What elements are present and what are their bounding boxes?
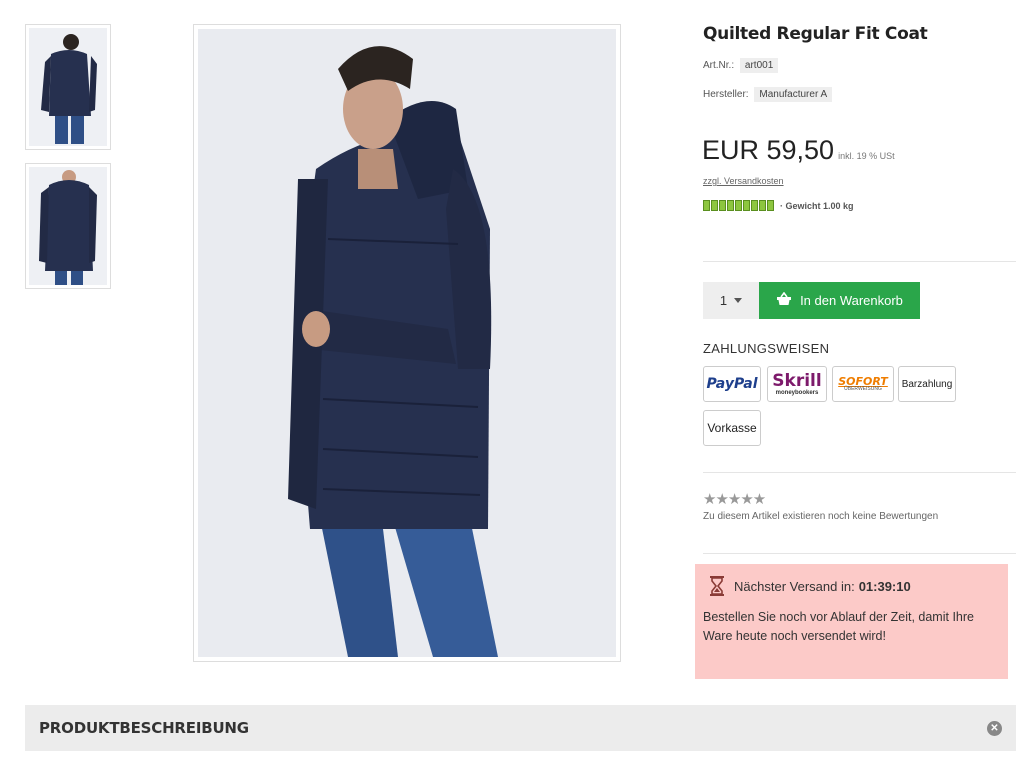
- price: EUR 59,50 inkl. 19 % USt: [702, 135, 895, 166]
- manufacturer-label: Hersteller:: [703, 89, 749, 100]
- thumbnail-back[interactable]: [25, 24, 111, 150]
- divider: [703, 261, 1016, 262]
- payment-paypal: PayPal: [703, 366, 761, 402]
- stock-indicator: · Gewicht 1.00 kg: [703, 200, 854, 211]
- payment-sofort: SOFORT ÜBERWEISUNG: [832, 366, 894, 402]
- divider: [703, 553, 1016, 554]
- article-number: Art.Nr.: art001: [703, 58, 779, 73]
- countdown-label: Nächster Versand in:: [734, 578, 855, 594]
- countdown-time: 01:39:10: [858, 578, 911, 594]
- basket-icon: [776, 291, 792, 309]
- main-product-image[interactable]: [193, 24, 621, 662]
- quantity-value: 1: [719, 293, 728, 308]
- article-number-label: Art.Nr.:: [703, 60, 735, 71]
- stock-bars: [703, 200, 774, 211]
- skrill-sub: moneybookers: [775, 389, 819, 396]
- stock-bar: [727, 200, 734, 211]
- divider: [703, 472, 1016, 473]
- rating-stars: ★★★★★: [703, 491, 766, 508]
- stock-bar: [751, 200, 758, 211]
- stock-bar: [719, 200, 726, 211]
- product-description-header[interactable]: PRODUKTBESCHREIBUNG ✕: [25, 705, 1016, 751]
- countdown-row: Nächster Versand in: 01:39:10: [709, 576, 1000, 596]
- sofort-sub: ÜBERWEISUNG: [844, 386, 882, 392]
- payment-prepayment: Vorkasse: [703, 410, 761, 446]
- manufacturer: Hersteller: Manufacturer A: [703, 87, 833, 102]
- add-to-cart-button[interactable]: In den Warenkorb: [759, 282, 920, 319]
- stock-bar: [711, 200, 718, 211]
- product-description-title: PRODUKTBESCHREIBUNG: [39, 719, 249, 737]
- skrill-label: Skrill: [772, 370, 822, 391]
- payment-methods-title: ZAHLUNGSWEISEN: [703, 341, 830, 356]
- stock-bar: [703, 200, 710, 211]
- add-to-cart-label: In den Warenkorb: [800, 293, 903, 308]
- article-number-value: art001: [739, 58, 779, 73]
- no-reviews-text: Zu diesem Artikel existieren noch keine …: [703, 511, 939, 522]
- weight-text: · Gewicht 1.00 kg: [780, 200, 854, 211]
- quantity-select[interactable]: 1: [703, 282, 759, 319]
- hourglass-icon: [709, 576, 725, 596]
- stock-bar: [767, 200, 774, 211]
- shipping-costs-link[interactable]: zzgl. Versandkosten: [703, 176, 784, 186]
- stock-bar: [735, 200, 742, 211]
- cash-label: Barzahlung: [901, 378, 953, 390]
- stock-bar: [759, 200, 766, 211]
- countdown-message: Bestellen Sie noch vor Ablauf der Zeit, …: [703, 610, 974, 643]
- product-title: Quilted Regular Fit Coat: [703, 24, 928, 44]
- manufacturer-value: Manufacturer A: [754, 87, 833, 102]
- thumbnail-front[interactable]: [25, 163, 111, 289]
- payment-skrill: Skrill moneybookers: [767, 366, 827, 402]
- paypal-label: PayPal: [706, 376, 758, 392]
- prepayment-label: Vorkasse: [707, 421, 757, 435]
- payment-cash: Barzahlung: [898, 366, 956, 402]
- shipping-countdown-box: Nächster Versand in: 01:39:10 Bestellen …: [695, 564, 1008, 679]
- close-icon[interactable]: ✕: [987, 720, 1002, 736]
- stock-bar: [743, 200, 750, 211]
- tax-note: inkl. 19 % USt: [838, 151, 895, 161]
- chevron-down-icon: [734, 298, 743, 303]
- price-value: EUR 59,50: [702, 135, 835, 165]
